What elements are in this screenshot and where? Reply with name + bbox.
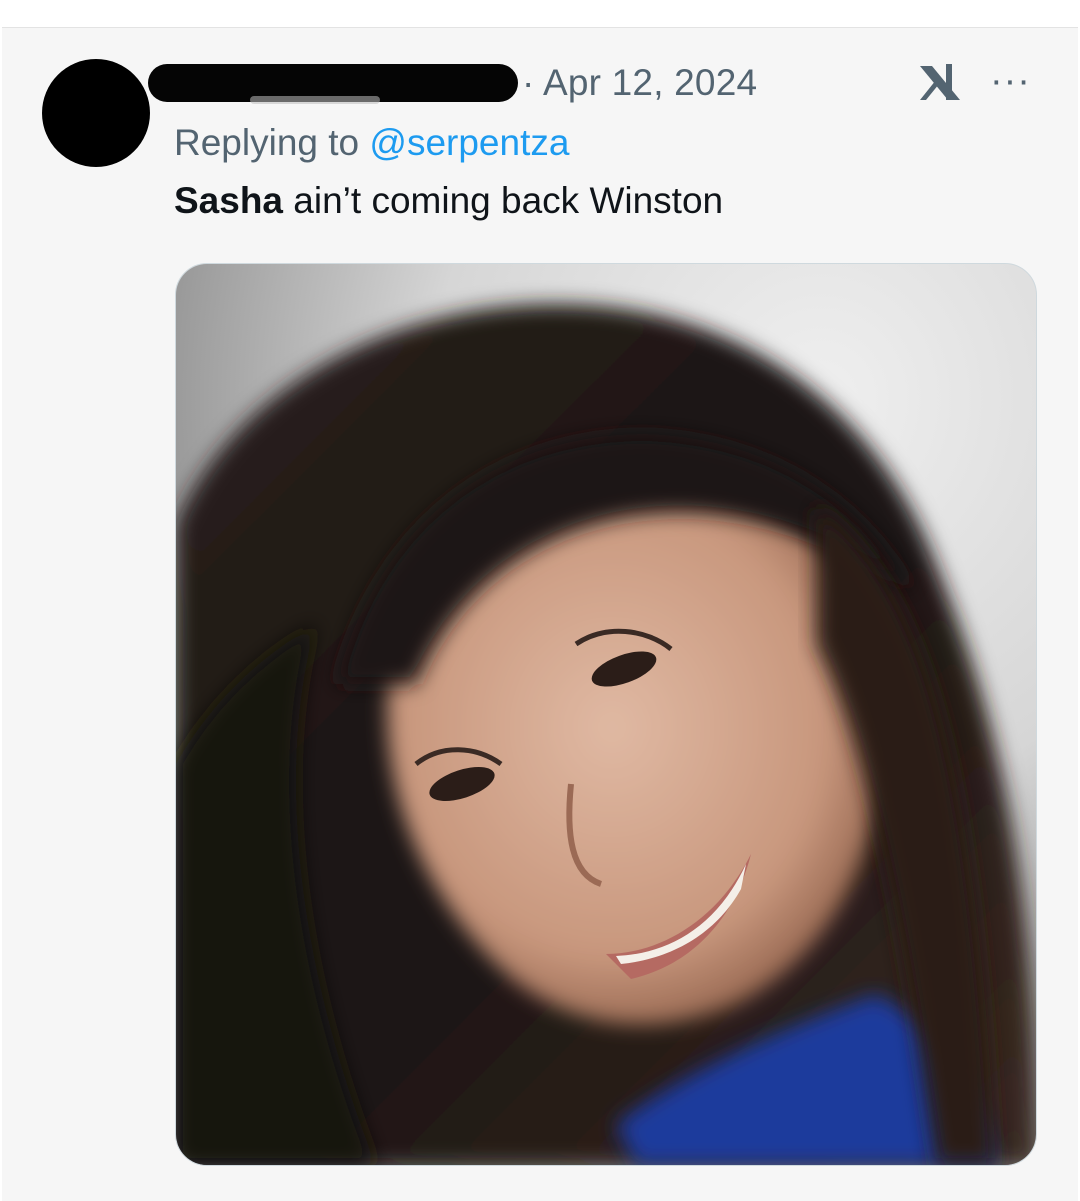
tweet-media-image[interactable] <box>175 263 1037 1166</box>
x-logo-icon[interactable] <box>916 58 964 106</box>
more-options-icon[interactable]: ··· <box>990 62 1031 100</box>
timestamp-separator: · <box>522 62 535 103</box>
tweet-timestamp[interactable]: · Apr 12, 2024 <box>522 62 757 104</box>
redacted-handle-remnant <box>250 96 380 104</box>
tweet-text-bold: Sasha <box>174 180 284 221</box>
tweet-text-rest: ain’t coming back Winston <box>283 180 724 221</box>
tweet-date[interactable]: Apr 12, 2024 <box>543 62 757 103</box>
portrait-photo <box>176 264 1036 1165</box>
replying-handle-link[interactable]: @serpentza <box>369 122 569 163</box>
tweet-text: Sasha ain’t coming back Winston <box>174 180 723 222</box>
avatar[interactable] <box>42 59 150 167</box>
replying-to-line: Replying to @serpentza <box>174 122 569 164</box>
replying-prefix: Replying to <box>174 122 360 163</box>
